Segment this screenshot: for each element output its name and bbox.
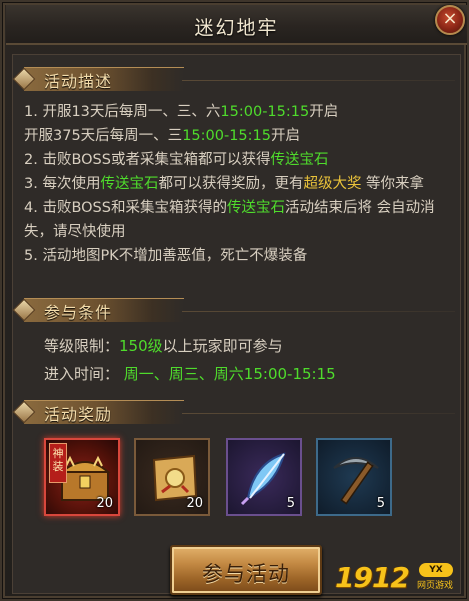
description-text: 开启 xyxy=(271,128,300,144)
description-text: 传送宝石 xyxy=(226,200,285,216)
section-title: 活动奖励 xyxy=(44,405,113,424)
section-header-description: 活动描述 xyxy=(12,65,461,93)
description-item: 开服375天后每周一、三15:00-15:15开启 xyxy=(24,124,449,148)
description-text: 15:00-15:15 xyxy=(220,104,310,120)
join-event-button[interactable]: 参与活动 xyxy=(170,545,322,595)
time-label: 进入时间： xyxy=(44,365,120,383)
description-text: 1. 开服13天后每周一、三、六 xyxy=(24,104,221,120)
time-row: 进入时间： 周一、周三、周六15:00-15:15 xyxy=(44,360,444,388)
reward-slot-feather[interactable]: 5 xyxy=(226,438,302,516)
description-text: 2. 击败BOSS或者采集宝箱都可以获得 xyxy=(24,152,271,168)
item-quantity: 20 xyxy=(96,496,113,511)
join-button-label: 参与活动 xyxy=(202,562,290,586)
reward-slot-scroll[interactable]: 20 xyxy=(134,438,210,516)
description-text: 4. 击败BOSS和采集宝箱获得的 xyxy=(24,200,227,216)
watermark-number: 1912 xyxy=(335,561,410,594)
reward-slots: 神装 20 20 5 5 xyxy=(44,438,444,520)
reward-slot-pickaxe[interactable]: 5 xyxy=(316,438,392,516)
level-row: 等级限制：150级以上玩家即可参与 xyxy=(44,332,444,360)
description-text: 5. 活动地图PK不增加善恶值，死亡不爆装备 xyxy=(24,248,308,264)
section-title: 活动描述 xyxy=(44,72,113,91)
time-value: 周一、周三、周六15:00-15:15 xyxy=(123,365,336,383)
section-title: 参与条件 xyxy=(44,303,113,322)
description-text: 开启 xyxy=(309,104,339,120)
dungeon-event-window: 迷幻地牢 × 活动描述 1. 开服13天后每周一、三、六15:00-15:15开… xyxy=(0,0,469,601)
item-quantity: 5 xyxy=(286,496,295,511)
rarity-ribbon: 神装 xyxy=(49,443,67,483)
site-watermark-logo: 1912 YX 网页游戏 xyxy=(335,561,453,594)
description-item: 5. 活动地图PK不增加善恶值，死亡不爆装备 xyxy=(24,244,449,268)
title-bar: 迷幻地牢 × xyxy=(6,5,467,45)
window-title: 迷幻地牢 xyxy=(194,17,279,39)
description-item: 3. 每次使用传送宝石都可以获得奖励，更有超级大奖 等你来拿 xyxy=(24,172,449,196)
description-item: 4. 击败BOSS和采集宝箱获得的传送宝石活动结束后将 会自动消失，请尽快使用 xyxy=(24,196,449,244)
description-text: 超级大奖 xyxy=(303,176,362,192)
description-text: 15:00-15:15 xyxy=(182,128,271,144)
description-item: 2. 击败BOSS或者采集宝箱都可以获得传送宝石 xyxy=(24,148,449,172)
description-text: 开服375天后每周一、三 xyxy=(24,128,183,144)
item-quantity: 5 xyxy=(376,496,385,511)
description-text: 等你来拿 xyxy=(361,176,425,192)
watermark-subtitle: 网页游戏 xyxy=(416,581,453,591)
close-button[interactable]: × xyxy=(435,5,465,35)
item-quantity: 20 xyxy=(186,496,203,511)
reward-slot-chest[interactable]: 神装 20 xyxy=(44,438,120,516)
level-label: 等级限制： xyxy=(44,337,120,355)
level-suffix: 以上玩家即可参与 xyxy=(162,337,283,355)
level-value: 150级 xyxy=(119,337,163,355)
section-header-rewards: 活动奖励 xyxy=(12,398,461,426)
description-text: 都可以获得奖励，更有 xyxy=(158,176,304,192)
description-item: 1. 开服13天后每周一、三、六15:00-15:15开启 xyxy=(24,100,449,124)
description-text: 传送宝石 xyxy=(270,152,329,168)
description-text: 3. 每次使用 xyxy=(24,176,101,192)
watermark-tag: YX xyxy=(419,563,453,577)
description-text: 传送宝石 xyxy=(100,176,159,192)
section-header-conditions: 参与条件 xyxy=(12,296,461,324)
conditions-block: 等级限制：150级以上玩家即可参与 进入时间： 周一、周三、周六15:00-15… xyxy=(44,332,444,388)
description-list[interactable]: 1. 开服13天后每周一、三、六15:00-15:15开启 开服375天后每周一… xyxy=(24,100,449,288)
